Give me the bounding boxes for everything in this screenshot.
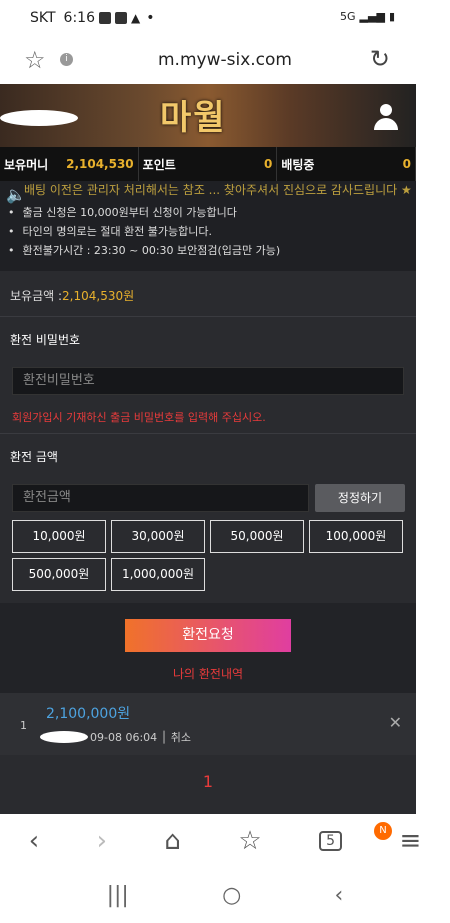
home-button-icon[interactable]: ○: [222, 883, 241, 908]
notice-item: 출금 신청은 10,000원부터 신청이 가능합니다: [8, 203, 406, 222]
status-right: 5G ▂▄▆ ▮: [340, 10, 395, 23]
system-nav: ||| ○ ‹: [0, 870, 450, 920]
amount-button-30000[interactable]: 30,000원: [111, 520, 205, 553]
browser-url-bar: ☆ i m.myw-six.com ↻: [0, 40, 450, 80]
my-history-link[interactable]: 나의 환전내역: [0, 665, 416, 682]
history-date: 09-08 06:04: [90, 731, 158, 744]
warning-icon: ▲: [131, 11, 141, 25]
status-bar: SKT 6:16 ▲ • 5G ▂▄▆ ▮: [0, 0, 450, 36]
amount-button-100000[interactable]: 100,000원: [309, 520, 403, 553]
amount-button-1000000[interactable]: 1,000,000원: [111, 558, 205, 591]
balance-value: 2,104,530원: [62, 288, 135, 303]
password-warning: 회원가입시 기재하신 출금 비밀번호를 입력해 주십시오.: [12, 411, 266, 424]
notice-box: 🔈 배팅 이전은 관리자 처리해서는 참조 ... 찾아주셔서 진심으로 감사드…: [0, 181, 416, 271]
back-icon[interactable]: ‹: [29, 826, 39, 856]
fix-button[interactable]: 정정하기: [315, 484, 405, 512]
stat-money: 보유머니 2,104,530: [0, 147, 139, 181]
battery-icon: ▮: [388, 10, 395, 23]
balance-row: 보유금액 : 2,104,530원: [0, 274, 416, 316]
amount-button-50000[interactable]: 50,000원: [210, 520, 304, 553]
password-section: 환전 비밀번호 환전비밀번호 회원가입시 기재하신 출금 비밀번호를 입력해 주…: [0, 316, 416, 433]
home-icon[interactable]: ⌂: [164, 826, 181, 856]
history-amount: 2,100,000원: [46, 706, 131, 722]
history-row: 1 2,100,000원 09-08 06:04 │ 취소 ✕: [0, 693, 416, 755]
recent-apps-icon[interactable]: |||: [107, 883, 129, 908]
clock: 6:16: [63, 10, 95, 26]
amount-section: 환전 금액 환전금액 정정하기 10,000원 30,000원 50,000원 …: [0, 433, 416, 603]
site-banner: 마월: [0, 84, 416, 147]
bookmark-star-icon[interactable]: ☆: [24, 46, 46, 74]
signal-icon: ▂▄▆: [359, 10, 385, 23]
submit-area: 환전요청 나의 환전내역: [0, 603, 416, 693]
site-info-icon[interactable]: i: [60, 53, 73, 66]
url-text[interactable]: m.myw-six.com: [158, 50, 292, 70]
balance-label: 보유금액 :: [10, 288, 63, 303]
stats-bar: 보유머니 2,104,530 포인트 0 배팅중 0: [0, 147, 416, 181]
password-title: 환전 비밀번호: [10, 333, 81, 347]
history-index: 1: [20, 719, 27, 732]
message-icon: [115, 12, 127, 24]
notice-item: 환전불가시간 : 23:30 ~ 00:30 보안점검(입금만 가능): [8, 241, 406, 260]
amount-button-500000[interactable]: 500,000원: [12, 558, 106, 591]
stat-betting: 배팅중 0: [277, 147, 416, 181]
notice-marquee: 배팅 이전은 관리자 처리해서는 참조 ... 찾아주셔서 진심으로 감사드립니…: [24, 183, 412, 197]
close-icon[interactable]: ✕: [389, 713, 402, 732]
stat-point: 포인트 0: [139, 147, 278, 181]
redaction-scribble: [40, 731, 88, 743]
image-icon: [99, 12, 111, 24]
reload-icon[interactable]: ↻: [370, 45, 390, 73]
password-input[interactable]: 환전비밀번호: [12, 367, 404, 395]
tabs-icon[interactable]: 5: [319, 831, 343, 851]
notice-item: 타인의 명의로는 절대 환전 불가능합니다.: [8, 222, 406, 241]
carrier: SKT: [30, 10, 56, 26]
pagination-page[interactable]: 1: [0, 772, 416, 791]
speaker-icon: 🔈: [6, 185, 26, 204]
site-logo[interactable]: 마월: [160, 90, 227, 139]
redaction-scribble: [0, 110, 78, 126]
history-meta: 09-08 06:04 │ 취소: [90, 731, 192, 744]
withdraw-request-button[interactable]: 환전요청: [125, 619, 291, 652]
system-back-icon[interactable]: ‹: [335, 883, 344, 908]
notice-list: 출금 신청은 10,000원부터 신청이 가능합니다 타인의 명의로는 절대 환…: [8, 203, 406, 260]
bookmarks-icon[interactable]: ☆: [238, 826, 261, 856]
dot-icon: •: [146, 10, 155, 26]
user-icon[interactable]: [374, 104, 398, 130]
forward-icon[interactable]: ›: [97, 826, 107, 856]
menu-icon[interactable]: ≡: [399, 826, 421, 856]
network-label: 5G: [340, 10, 356, 23]
amount-button-10000[interactable]: 10,000원: [12, 520, 106, 553]
history-cancel[interactable]: 취소: [171, 731, 191, 744]
site-content: 마월 보유머니 2,104,530 포인트 0 배팅중 0 🔈 배팅 이전은 관…: [0, 84, 416, 814]
notification-badge: N: [374, 822, 392, 840]
amount-title: 환전 금액: [10, 450, 58, 464]
amount-input[interactable]: 환전금액: [12, 484, 309, 512]
